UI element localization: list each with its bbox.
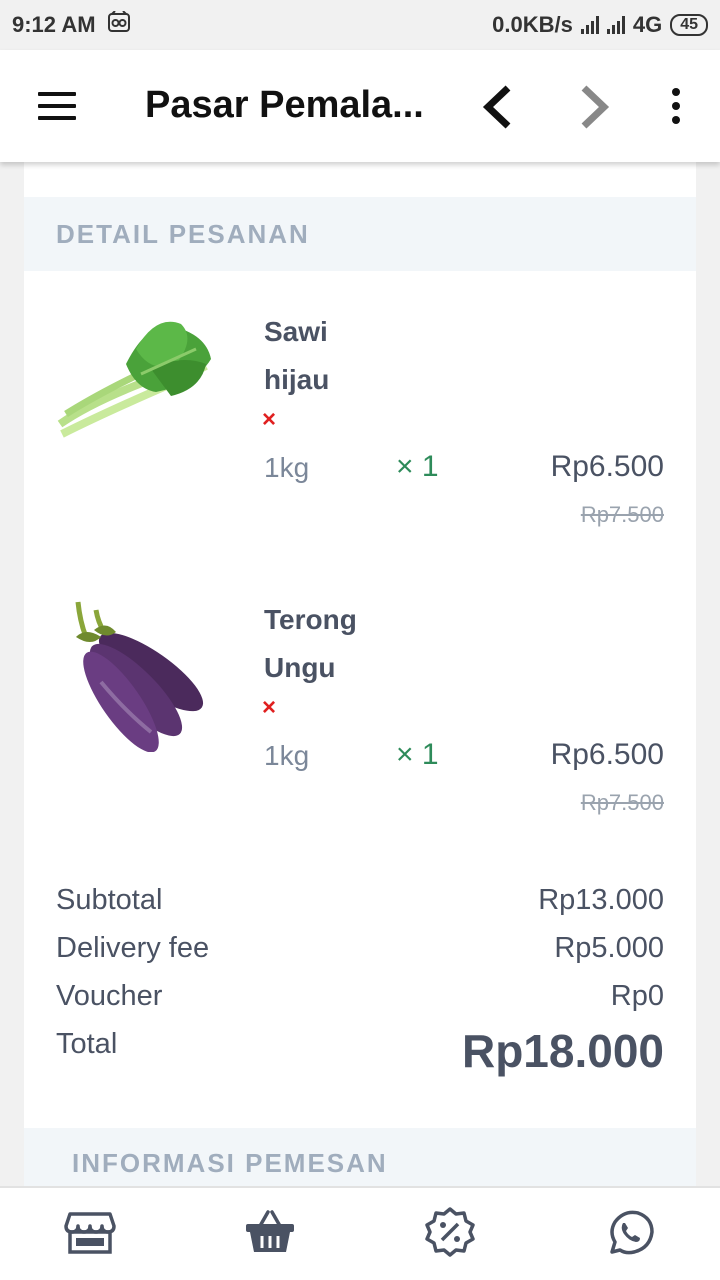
product-name: Sawi hijau [264, 316, 330, 395]
voucher-value: Rp0 [610, 980, 664, 1012]
section-title: DETAIL PESANAN [56, 219, 310, 249]
product-image-purple-eggplant [56, 592, 216, 753]
battery-indicator: 45 [670, 14, 708, 36]
status-bar: 9:12 AM 0.0KB/s 4G 45 [0, 0, 720, 50]
product-original-price: Rp7.500 [580, 790, 664, 815]
customer-info-header: INFORMASI PEMESAN [24, 1128, 696, 1186]
signal-icon-2 [606, 16, 625, 34]
product-price: Rp6.500 [550, 450, 664, 483]
product-unit: 1kg [264, 452, 310, 483]
status-time: 9:12 AM [12, 12, 96, 37]
whatsapp-icon[interactable] [604, 1206, 656, 1258]
chevron-right-icon[interactable] [574, 84, 614, 130]
menu-icon[interactable] [38, 92, 76, 120]
remove-item-icon[interactable]: × [262, 694, 276, 722]
voucher-row: Voucher Rp0 [56, 980, 664, 1028]
product-quantity: × 1 [396, 450, 439, 483]
product-original-price: Rp7.500 [580, 502, 664, 527]
delivery-row: Delivery fee Rp5.000 [56, 932, 664, 980]
subtotal-row: Subtotal Rp13.000 [56, 884, 664, 932]
network-speed: 0.0KB/s [492, 12, 573, 37]
delivery-label: Delivery fee [56, 932, 210, 964]
order-item: Terong Ungu × 1kg × 1 Rp6.500 Rp7.500 [24, 592, 696, 842]
voucher-label: Voucher [56, 980, 163, 1012]
more-vert-icon[interactable] [670, 88, 682, 124]
order-item: Sawi hijau × 1kg × 1 Rp6.500 Rp7.500 [24, 304, 696, 554]
page-title: Pasar Pemala... [145, 84, 424, 126]
basket-icon[interactable] [244, 1206, 296, 1258]
chevron-left-icon[interactable] [478, 84, 518, 130]
product-unit: 1kg [264, 740, 310, 771]
network-type: 4G [632, 12, 663, 37]
delivery-value: Rp5.000 [554, 932, 664, 964]
order-detail-header: DETAIL PESANAN [24, 197, 696, 271]
total-row: Total Rp18.000 [56, 1025, 664, 1092]
store-icon[interactable] [64, 1206, 116, 1258]
signal-icon [580, 16, 599, 34]
discount-badge-icon[interactable] [424, 1206, 476, 1258]
subtotal-label: Subtotal [56, 884, 163, 916]
product-image-mustard-greens [56, 304, 216, 464]
remove-item-icon[interactable]: × [262, 406, 276, 434]
app-bar: Pasar Pemala... [0, 50, 720, 162]
product-quantity: × 1 [396, 738, 439, 771]
order-card: DETAIL PESANAN Sawi hijau × 1kg × 1 Rp6.… [24, 162, 696, 1186]
product-name: Terong Ungu [264, 604, 357, 683]
product-price: Rp6.500 [550, 738, 664, 771]
section-title: INFORMASI PEMESAN [72, 1148, 388, 1178]
total-label: Total [56, 1028, 118, 1060]
notification-app-icon [107, 10, 130, 39]
total-value: Rp18.000 [461, 1025, 664, 1077]
bottom-navigation [0, 1186, 720, 1280]
subtotal-value: Rp13.000 [538, 884, 664, 916]
